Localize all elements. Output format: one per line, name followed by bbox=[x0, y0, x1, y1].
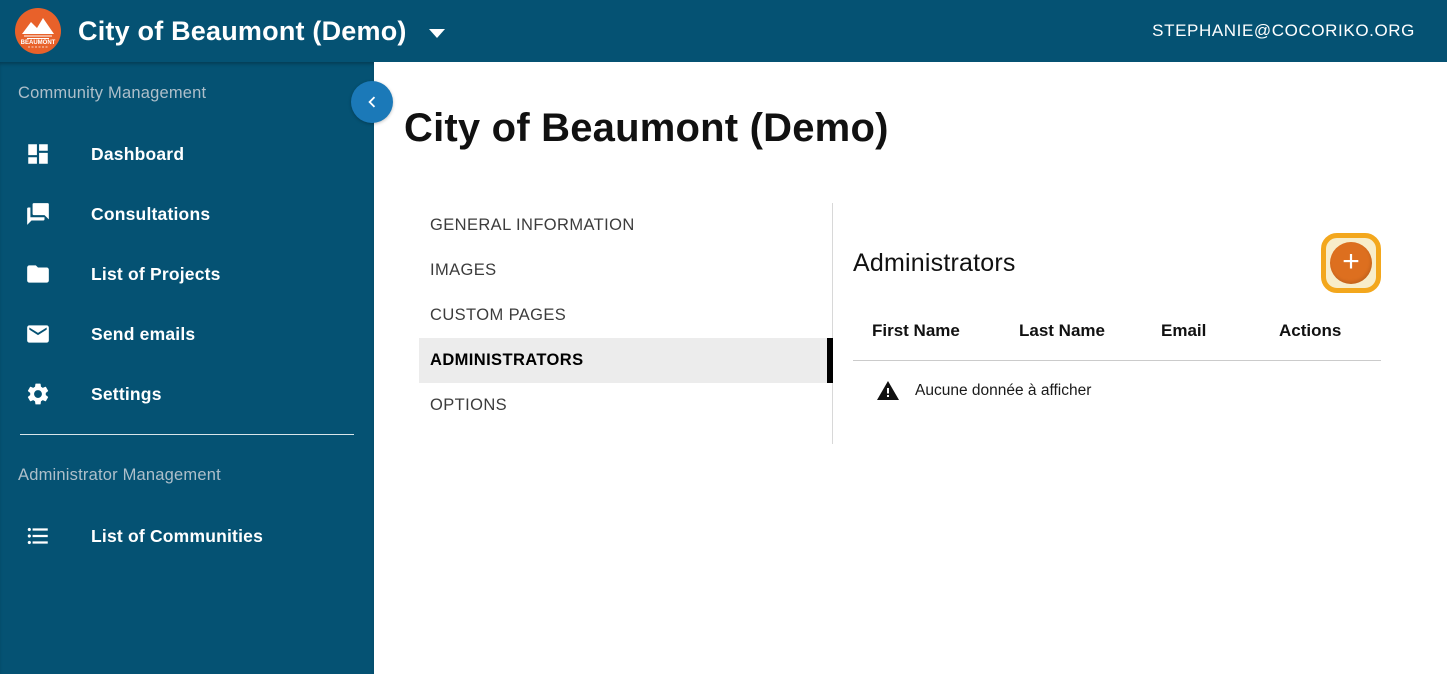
chat-bubbles-icon bbox=[25, 201, 51, 227]
empty-state-message: Aucune donnée à afficher bbox=[915, 382, 1092, 399]
beaumont-logo[interactable]: BEAUMONT bbox=[14, 7, 62, 55]
panel-title: Administrators bbox=[853, 248, 1016, 277]
tab-images[interactable]: IMAGES bbox=[419, 248, 832, 293]
sidebar-item-label: Consultations bbox=[91, 203, 211, 224]
administrators-panel: Administrators + First Name Last Name Em… bbox=[853, 203, 1381, 403]
sidebar-item-label: List of Communities bbox=[91, 525, 263, 546]
warning-triangle-icon bbox=[877, 381, 899, 400]
chevron-left-icon bbox=[368, 96, 376, 108]
sidebar-section-community-management: Community Management bbox=[18, 84, 207, 102]
sidebar-item-list-of-projects[interactable]: List of Projects bbox=[0, 244, 374, 304]
sidebar-item-send-emails[interactable]: Send emails bbox=[0, 304, 374, 364]
sidebar-item-label: Dashboard bbox=[91, 143, 185, 164]
sidebar-item-list-of-communities[interactable]: List of Communities bbox=[0, 506, 374, 566]
sidebar-item-label: Settings bbox=[91, 383, 162, 404]
sidebar: Community Management Dashboard Consultat… bbox=[0, 62, 374, 674]
column-actions: Actions bbox=[1279, 321, 1342, 340]
tab-administrators[interactable]: ADMINISTRATORS bbox=[419, 338, 833, 383]
column-last-name: Last Name bbox=[1019, 321, 1105, 340]
dashboard-icon bbox=[25, 141, 51, 167]
page-title: City of Beaumont (Demo) bbox=[404, 106, 889, 150]
envelope-icon bbox=[25, 321, 51, 347]
settings-content: GENERAL INFORMATION IMAGES CUSTOM PAGES … bbox=[419, 203, 1447, 444]
column-first-name: First Name bbox=[872, 321, 960, 340]
sidebar-item-consultations[interactable]: Consultations bbox=[0, 184, 374, 244]
beaumont-logo-icon: BEAUMONT bbox=[15, 8, 61, 54]
add-administrator-button[interactable]: + bbox=[1321, 233, 1381, 293]
settings-tab-list: GENERAL INFORMATION IMAGES CUSTOM PAGES … bbox=[419, 203, 833, 444]
administrators-table-header: First Name Last Name Email Actions bbox=[853, 321, 1381, 341]
tab-options[interactable]: OPTIONS bbox=[419, 383, 832, 428]
gear-icon bbox=[25, 381, 51, 407]
community-switcher[interactable]: City of Beaumont (Demo) bbox=[78, 16, 445, 47]
main-content: City of Beaumont (Demo) GENERAL INFORMAT… bbox=[374, 62, 1447, 674]
bulleted-list-icon bbox=[25, 523, 51, 549]
sidebar-item-label: List of Projects bbox=[91, 263, 221, 284]
sidebar-item-settings[interactable]: Settings bbox=[0, 364, 374, 424]
logo-text: BEAUMONT bbox=[21, 40, 56, 46]
sidebar-section-administrator-management: Administrator Management bbox=[18, 466, 221, 484]
chevron-down-icon bbox=[428, 28, 445, 38]
community-title: City of Beaumont (Demo) bbox=[78, 15, 407, 46]
tab-general-information[interactable]: GENERAL INFORMATION bbox=[419, 203, 832, 248]
user-email[interactable]: STEPHANIE@COCORIKO.ORG bbox=[1152, 21, 1415, 41]
column-email: Email bbox=[1161, 321, 1207, 340]
sidebar-divider bbox=[20, 434, 354, 435]
sidebar-item-label: Send emails bbox=[91, 323, 196, 344]
folder-icon bbox=[25, 261, 51, 287]
empty-state-row: Aucune donnée à afficher bbox=[853, 379, 1381, 403]
plus-icon: + bbox=[1330, 242, 1372, 284]
table-divider bbox=[853, 360, 1381, 361]
sidebar-item-dashboard[interactable]: Dashboard bbox=[0, 124, 374, 184]
sidebar-collapse-button[interactable] bbox=[351, 81, 393, 123]
tab-custom-pages[interactable]: CUSTOM PAGES bbox=[419, 293, 832, 338]
panel-header: Administrators + bbox=[853, 233, 1381, 293]
app-header: BEAUMONT City of Beaumont (Demo) STEPHAN… bbox=[0, 0, 1447, 62]
